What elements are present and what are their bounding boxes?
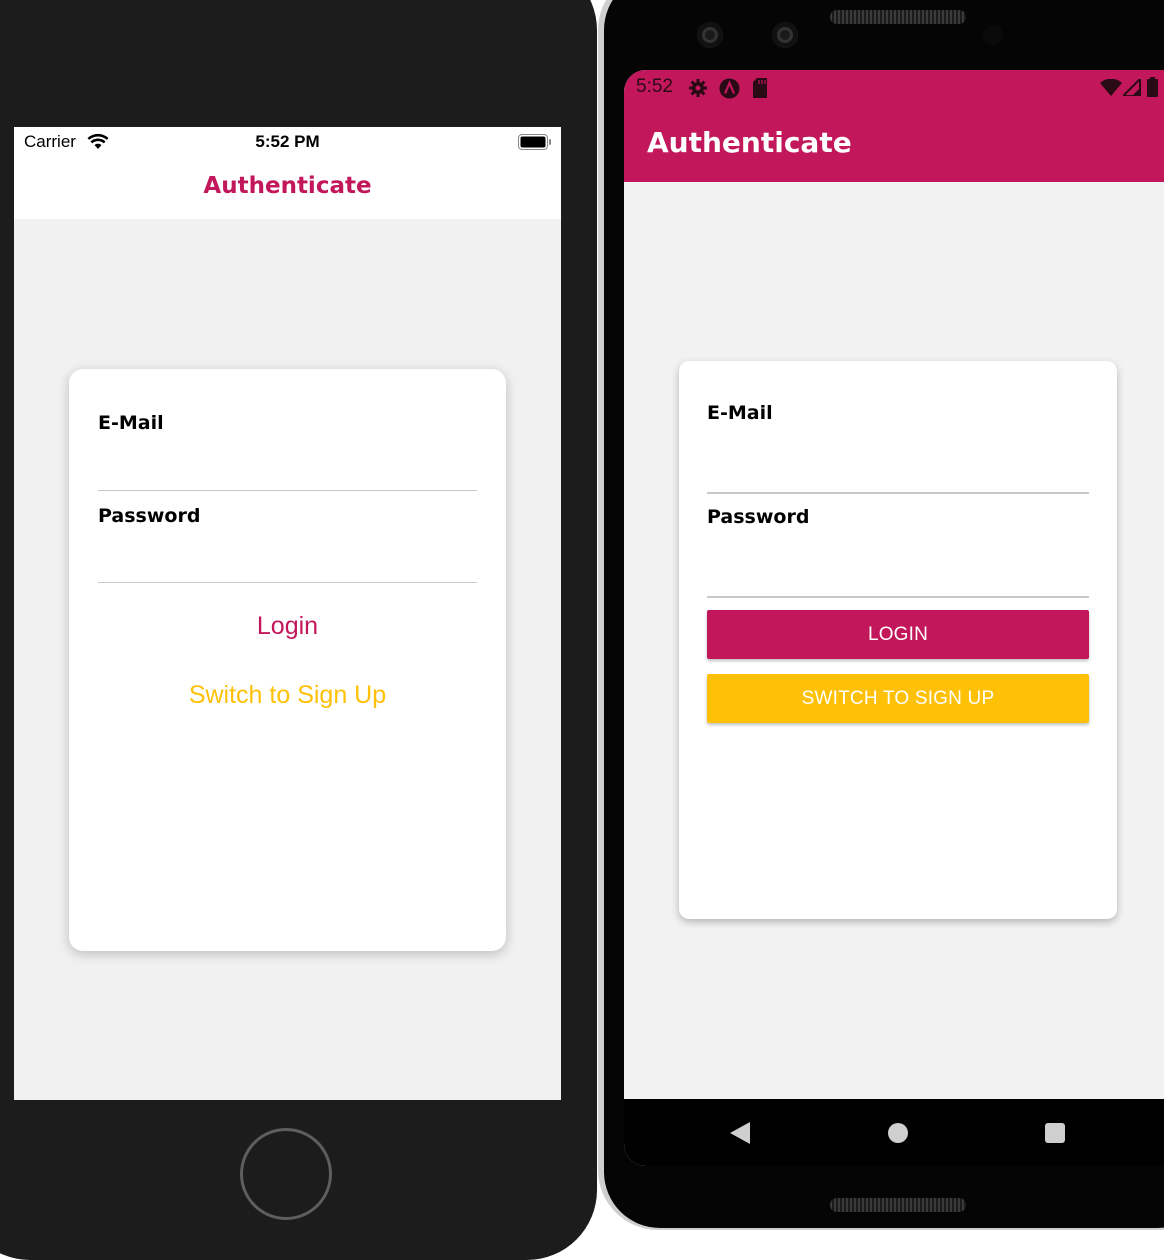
ios-status-bar: Carrier 5:52 PM: [14, 127, 561, 157]
android-screen: 5:52 Authenticate E-Mail Password LOGIN …: [624, 70, 1164, 1166]
login-button[interactable]: Login: [69, 611, 506, 642]
login-button[interactable]: LOGIN: [707, 610, 1089, 659]
gear-icon: [689, 79, 707, 97]
recents-icon[interactable]: [1045, 1123, 1065, 1143]
password-field[interactable]: [98, 552, 477, 583]
auth-card: E-Mail Password LOGIN SWITCH TO SIGN UP: [679, 361, 1117, 919]
app-bar: 5:52 Authenticate: [624, 70, 1164, 182]
status-time: 5:52: [636, 76, 673, 97]
bottom-speaker: [830, 1198, 966, 1212]
wifi-icon: [1100, 79, 1122, 96]
switch-to-signup-button[interactable]: SWITCH TO SIGN UP: [707, 674, 1089, 723]
email-field[interactable]: [707, 458, 1089, 494]
home-button[interactable]: [240, 1128, 332, 1220]
battery-icon: [518, 134, 551, 150]
sd-card-icon: [753, 78, 767, 98]
ios-nav-bar: Authenticate: [14, 157, 561, 219]
status-time: 5:52 PM: [255, 132, 320, 151]
battery-icon: [1147, 77, 1158, 97]
system-navigation-bar: [624, 1099, 1164, 1166]
earpiece-speaker: [830, 10, 966, 24]
auth-card: E-Mail Password Login Switch to Sign Up: [69, 369, 506, 951]
page-title: Authenticate: [203, 173, 372, 199]
switch-to-signup-button[interactable]: Switch to Sign Up: [69, 680, 506, 711]
front-camera-icon: [697, 22, 723, 48]
password-field[interactable]: [707, 562, 1089, 598]
email-label: E-Mail: [707, 402, 773, 424]
front-camera-icon: [772, 22, 798, 48]
email-field[interactable]: [98, 460, 477, 491]
home-icon[interactable]: [888, 1123, 908, 1143]
signal-icon: [1123, 79, 1141, 96]
ios-screen: Carrier 5:52 PM Authenticate E-Mail Pass…: [14, 127, 561, 1100]
proximity-sensor: [983, 25, 1003, 45]
password-label: Password: [707, 506, 810, 528]
android-a-icon: [719, 78, 740, 99]
password-label: Password: [98, 505, 201, 527]
page-title: Authenticate: [647, 126, 852, 159]
email-label: E-Mail: [98, 412, 164, 434]
back-icon[interactable]: [730, 1122, 750, 1144]
